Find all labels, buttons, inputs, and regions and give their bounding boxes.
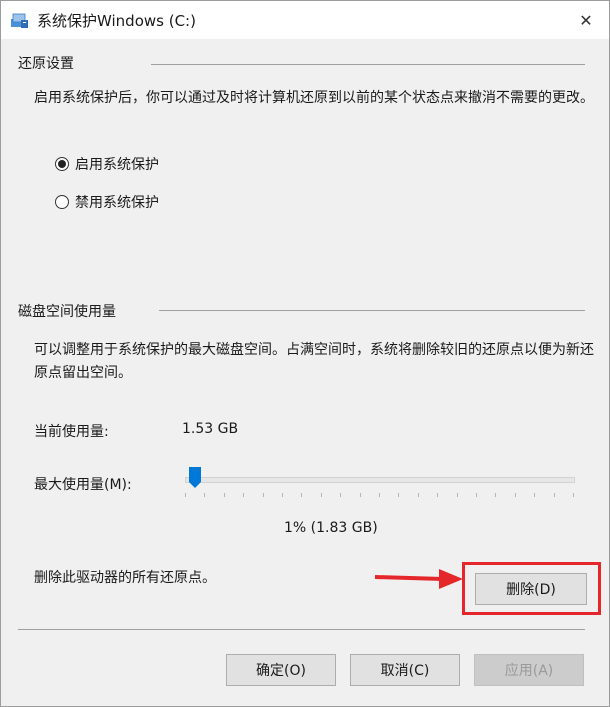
window-title: 系统保护Windows (C:) bbox=[37, 12, 196, 30]
enable-protection-radio[interactable]: 启用系统保护 bbox=[55, 154, 159, 174]
slider-tick bbox=[456, 493, 458, 497]
radio-unselected-indicator bbox=[55, 195, 69, 209]
close-icon: ✕ bbox=[579, 10, 593, 30]
slider-tick bbox=[185, 493, 186, 497]
radio-label: 启用系统保护 bbox=[75, 157, 159, 173]
slider-tick bbox=[476, 493, 477, 497]
red-arrow-annotation bbox=[374, 569, 463, 589]
current-usage-value: 1.53 GB bbox=[182, 421, 239, 437]
title-bar: 系统保护Windows (C:) ✕ bbox=[1, 1, 609, 39]
close-button[interactable]: ✕ bbox=[563, 1, 609, 39]
group-divider bbox=[159, 310, 585, 311]
slider-thumb[interactable] bbox=[188, 467, 201, 489]
max-usage-slider[interactable] bbox=[185, 467, 575, 507]
slider-tick bbox=[379, 493, 380, 497]
slider-tick bbox=[320, 493, 322, 497]
radio-label: 禁用系统保护 bbox=[75, 195, 159, 211]
slider-tick bbox=[417, 493, 419, 497]
current-usage-label: 当前使用量: bbox=[34, 424, 109, 440]
delete-all-description: 删除此驱动器的所有还原点。 bbox=[34, 570, 216, 586]
slider-track bbox=[185, 477, 575, 483]
slider-tick bbox=[243, 493, 245, 497]
system-protection-icon bbox=[11, 13, 28, 28]
restore-description: 启用系统保护后，你可以通过及时将计算机还原到以前的某个状态点来撤消不需要的更改。 bbox=[34, 90, 594, 106]
slider-tick bbox=[514, 493, 516, 497]
disk-usage-description: 可以调整用于系统保护的最大磁盘空间。占满空间时，系统将删除较旧的还原点以便为新还… bbox=[34, 342, 594, 381]
max-usage-readout: 1% (1.83 GB) bbox=[284, 520, 378, 536]
cancel-button[interactable]: 取消(C) bbox=[350, 654, 460, 686]
slider-tick bbox=[204, 493, 206, 497]
apply-button[interactable]: 应用(A) bbox=[474, 654, 584, 686]
slider-tick bbox=[359, 493, 361, 497]
disable-protection-radio[interactable]: 禁用系统保护 bbox=[55, 192, 159, 212]
slider-tick bbox=[553, 493, 555, 497]
delete-button[interactable]: 删除(D) bbox=[475, 573, 587, 605]
system-protection-dialog: 系统保护Windows (C:) ✕ 还原设置 启用系统保护后，你可以通过及时将… bbox=[0, 0, 610, 707]
slider-tick bbox=[437, 493, 439, 497]
slider-tick bbox=[301, 493, 303, 497]
slider-tick bbox=[573, 493, 574, 497]
slider-tick bbox=[282, 493, 283, 497]
slider-tick bbox=[495, 493, 497, 497]
max-usage-label: 最大使用量(M): bbox=[34, 477, 132, 493]
restore-settings-heading: 还原设置 bbox=[18, 53, 80, 73]
slider-tick bbox=[262, 493, 264, 497]
footer-divider bbox=[18, 629, 585, 630]
group-divider bbox=[151, 64, 585, 65]
slider-tick bbox=[340, 493, 342, 497]
slider-tick bbox=[534, 493, 536, 497]
ok-button[interactable]: 确定(O) bbox=[226, 654, 336, 686]
slider-tick bbox=[223, 493, 225, 497]
radio-selected-indicator bbox=[55, 157, 69, 171]
disk-usage-heading: 磁盘空间使用量 bbox=[18, 301, 122, 321]
slider-tick bbox=[398, 493, 400, 497]
